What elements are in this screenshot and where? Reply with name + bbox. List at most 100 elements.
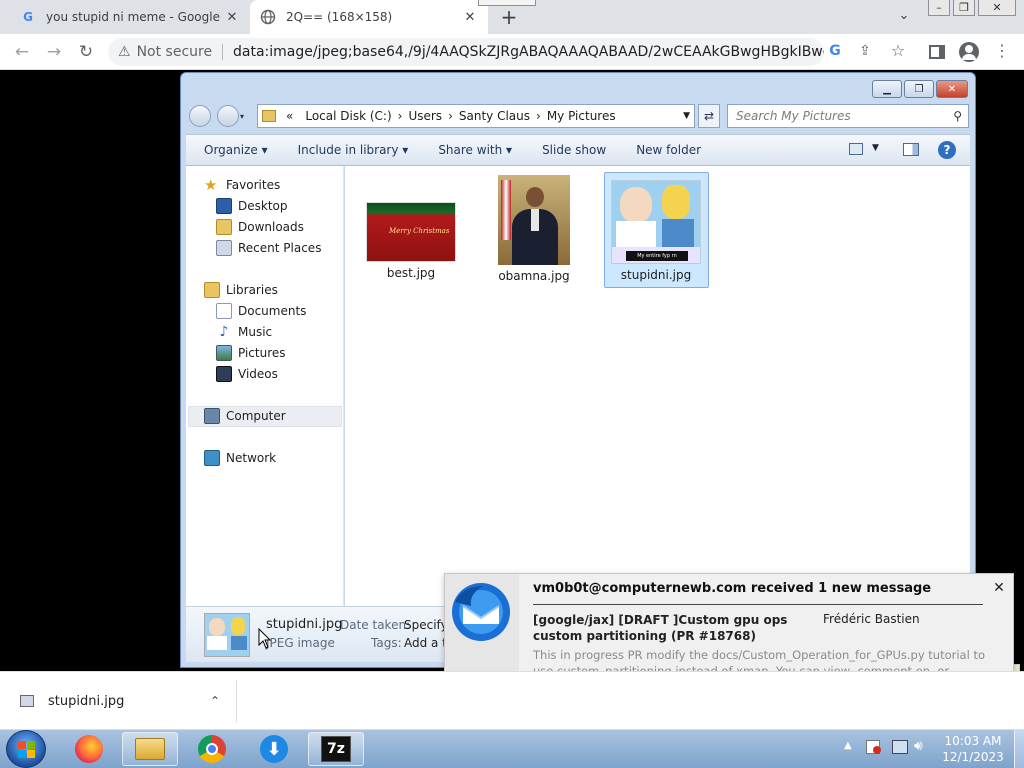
close-window-button[interactable]: ✕ [978,0,1016,16]
nav-libraries[interactable]: Libraries [204,280,278,300]
nav-network[interactable]: Network [204,448,276,468]
breadcrumb-separator-icon[interactable]: › [536,109,541,123]
breadcrumb-prefix[interactable]: « [286,109,293,123]
tab-close-icon[interactable]: ✕ [462,10,478,25]
address-bar[interactable]: « Local Disk (C:) › Users › Santy Claus … [257,104,695,128]
download-item[interactable]: stupidni.jpg ⌃ [0,680,236,722]
star-icon: ★ [204,176,218,194]
search-icon[interactable]: ⚲ [953,109,962,123]
breadcrumb-separator-icon[interactable]: › [398,109,403,123]
nav-music[interactable]: ♪ Music [216,322,273,342]
notification-close-icon[interactable]: ✕ [991,580,1007,596]
file-name: stupidni.jpg [620,268,692,282]
start-orb-icon[interactable] [6,730,46,768]
portrait-thumbnail [498,175,570,265]
security-label[interactable]: Not secure [137,44,213,60]
view-options-icon[interactable] [849,143,863,155]
clock[interactable]: 10:03 AM 12/1/2023 [935,733,1011,765]
explorer-minimize-button[interactable]: ▁ [872,80,902,98]
warning-triangle-icon[interactable]: ⚠ [118,44,131,60]
show-hidden-icons-button[interactable]: ▲ [844,740,852,751]
minimize-button[interactable]: – [928,0,950,16]
refresh-icon[interactable]: ⇄ [698,104,720,128]
bookmark-star-icon[interactable]: ☆ [888,41,908,61]
search-input[interactable]: Search My Pictures ⚲ [727,104,969,128]
image-file-icon [20,695,34,707]
explorer-maximize-button[interactable]: ❐ [904,80,934,98]
help-icon[interactable]: ? [938,141,956,159]
omnibox[interactable]: ⚠ Not secure data:image/jpeg;base64,/9j/… [108,38,824,66]
7zip-label: 7z [321,736,351,762]
volume-icon[interactable]: 🔊︎ [914,738,923,754]
nav-label: Downloads [238,220,304,234]
new-folder-button[interactable]: New folder [627,143,710,157]
nav-label: Computer [226,409,286,423]
file-item-stupidni[interactable]: My entire fyp rn stupidni.jpg [606,180,706,282]
nav-desktop[interactable]: Desktop [216,196,288,216]
preview-pane-icon[interactable] [903,143,919,156]
recent-pages-chevron-icon[interactable]: ▾ [240,112,244,121]
window-handle [478,0,536,6]
tab-google-search[interactable]: G you stupid ni meme - Google Se ✕ [10,0,250,34]
address-dropdown-icon[interactable]: ▼ [683,111,690,121]
nav-videos[interactable]: Videos [216,364,278,384]
nav-label: Recent Places [238,241,322,255]
firefox-taskbar-icon[interactable] [61,732,117,766]
chrome-taskbar-icon[interactable] [184,732,240,766]
pictures-icon [216,345,232,361]
nav-label: Network [226,451,277,465]
notification-sender: Frédéric Bastien [823,612,920,626]
explorer-taskbar-icon[interactable] [122,732,178,766]
side-panel-icon[interactable] [929,45,945,59]
tab-search-chevron-icon[interactable]: ⌄ [894,8,914,26]
network-icon [204,450,220,466]
slide-show-button[interactable]: Slide show [533,143,615,157]
nav-label: Desktop [238,199,288,213]
globe-icon [260,9,276,25]
date-taken-label: Date taken: [340,618,411,632]
nav-documents[interactable]: Documents [216,301,306,321]
breadcrumb-santy-claus[interactable]: Santy Claus [459,109,530,123]
file-item-best[interactable]: Merry Christmas best.jpg [361,202,461,280]
nav-recent-places[interactable]: Recent Places [216,238,321,258]
breadcrumb-users[interactable]: Users [408,109,442,123]
explorer-close-button[interactable]: ✕ [936,80,968,98]
share-with-menu[interactable]: Share with ▾ [429,143,521,157]
organize-menu[interactable]: Organize ▾ [195,143,277,157]
nav-favorites[interactable]: ★ Favorites [204,175,280,195]
nav-pictures[interactable]: Pictures [216,343,286,363]
explorer-back-button[interactable] [189,105,211,127]
tab-image[interactable]: 2Q== (168×158) ✕ [250,0,488,34]
menu-kebab-icon[interactable]: ⋮ [994,40,1010,62]
google-lens-icon[interactable]: G [826,43,844,61]
notification-header: vm0b0t@computernewb.com received 1 new m… [533,581,932,596]
profile-avatar-icon[interactable] [959,42,979,62]
nav-computer[interactable]: Computer [204,406,286,426]
breadcrumb-separator-icon[interactable]: › [448,109,453,123]
libraries-icon [204,282,220,298]
view-dropdown-icon[interactable]: ▼ [872,143,879,153]
nav-label: Libraries [226,283,278,297]
network-tray-icon[interactable] [892,740,908,754]
download-manager-taskbar-icon[interactable]: ⬇ [246,732,302,766]
nav-downloads[interactable]: Downloads [216,217,304,237]
download-chevron-icon[interactable]: ⌃ [210,694,220,708]
breadcrumb-local-disk[interactable]: Local Disk (C:) [305,109,391,123]
action-center-flag-icon[interactable] [866,740,881,754]
file-name: obamna.jpg [498,269,570,283]
tab-close-icon[interactable]: ✕ [224,10,240,25]
documents-icon [216,303,232,319]
share-icon[interactable]: ⇪ [856,43,874,61]
restore-button[interactable]: ❐ [953,0,975,16]
breadcrumb-my-pictures[interactable]: My Pictures [547,109,616,123]
tags-label: Tags: [371,636,402,650]
show-desktop-button[interactable] [1014,730,1024,768]
include-in-library-menu[interactable]: Include in library ▾ [289,143,418,157]
7zip-taskbar-icon[interactable]: 7z [308,732,364,766]
file-item-obamna[interactable]: obamna.jpg [484,175,584,283]
date-taken-value[interactable]: Specify [404,618,448,632]
url-text[interactable]: data:image/jpeg;base64,/9j/4AAQSkZJRgABA… [233,44,824,60]
new-tab-button[interactable]: + [498,5,520,29]
search-placeholder: Search My Pictures [736,109,851,123]
explorer-forward-button[interactable] [217,105,239,127]
